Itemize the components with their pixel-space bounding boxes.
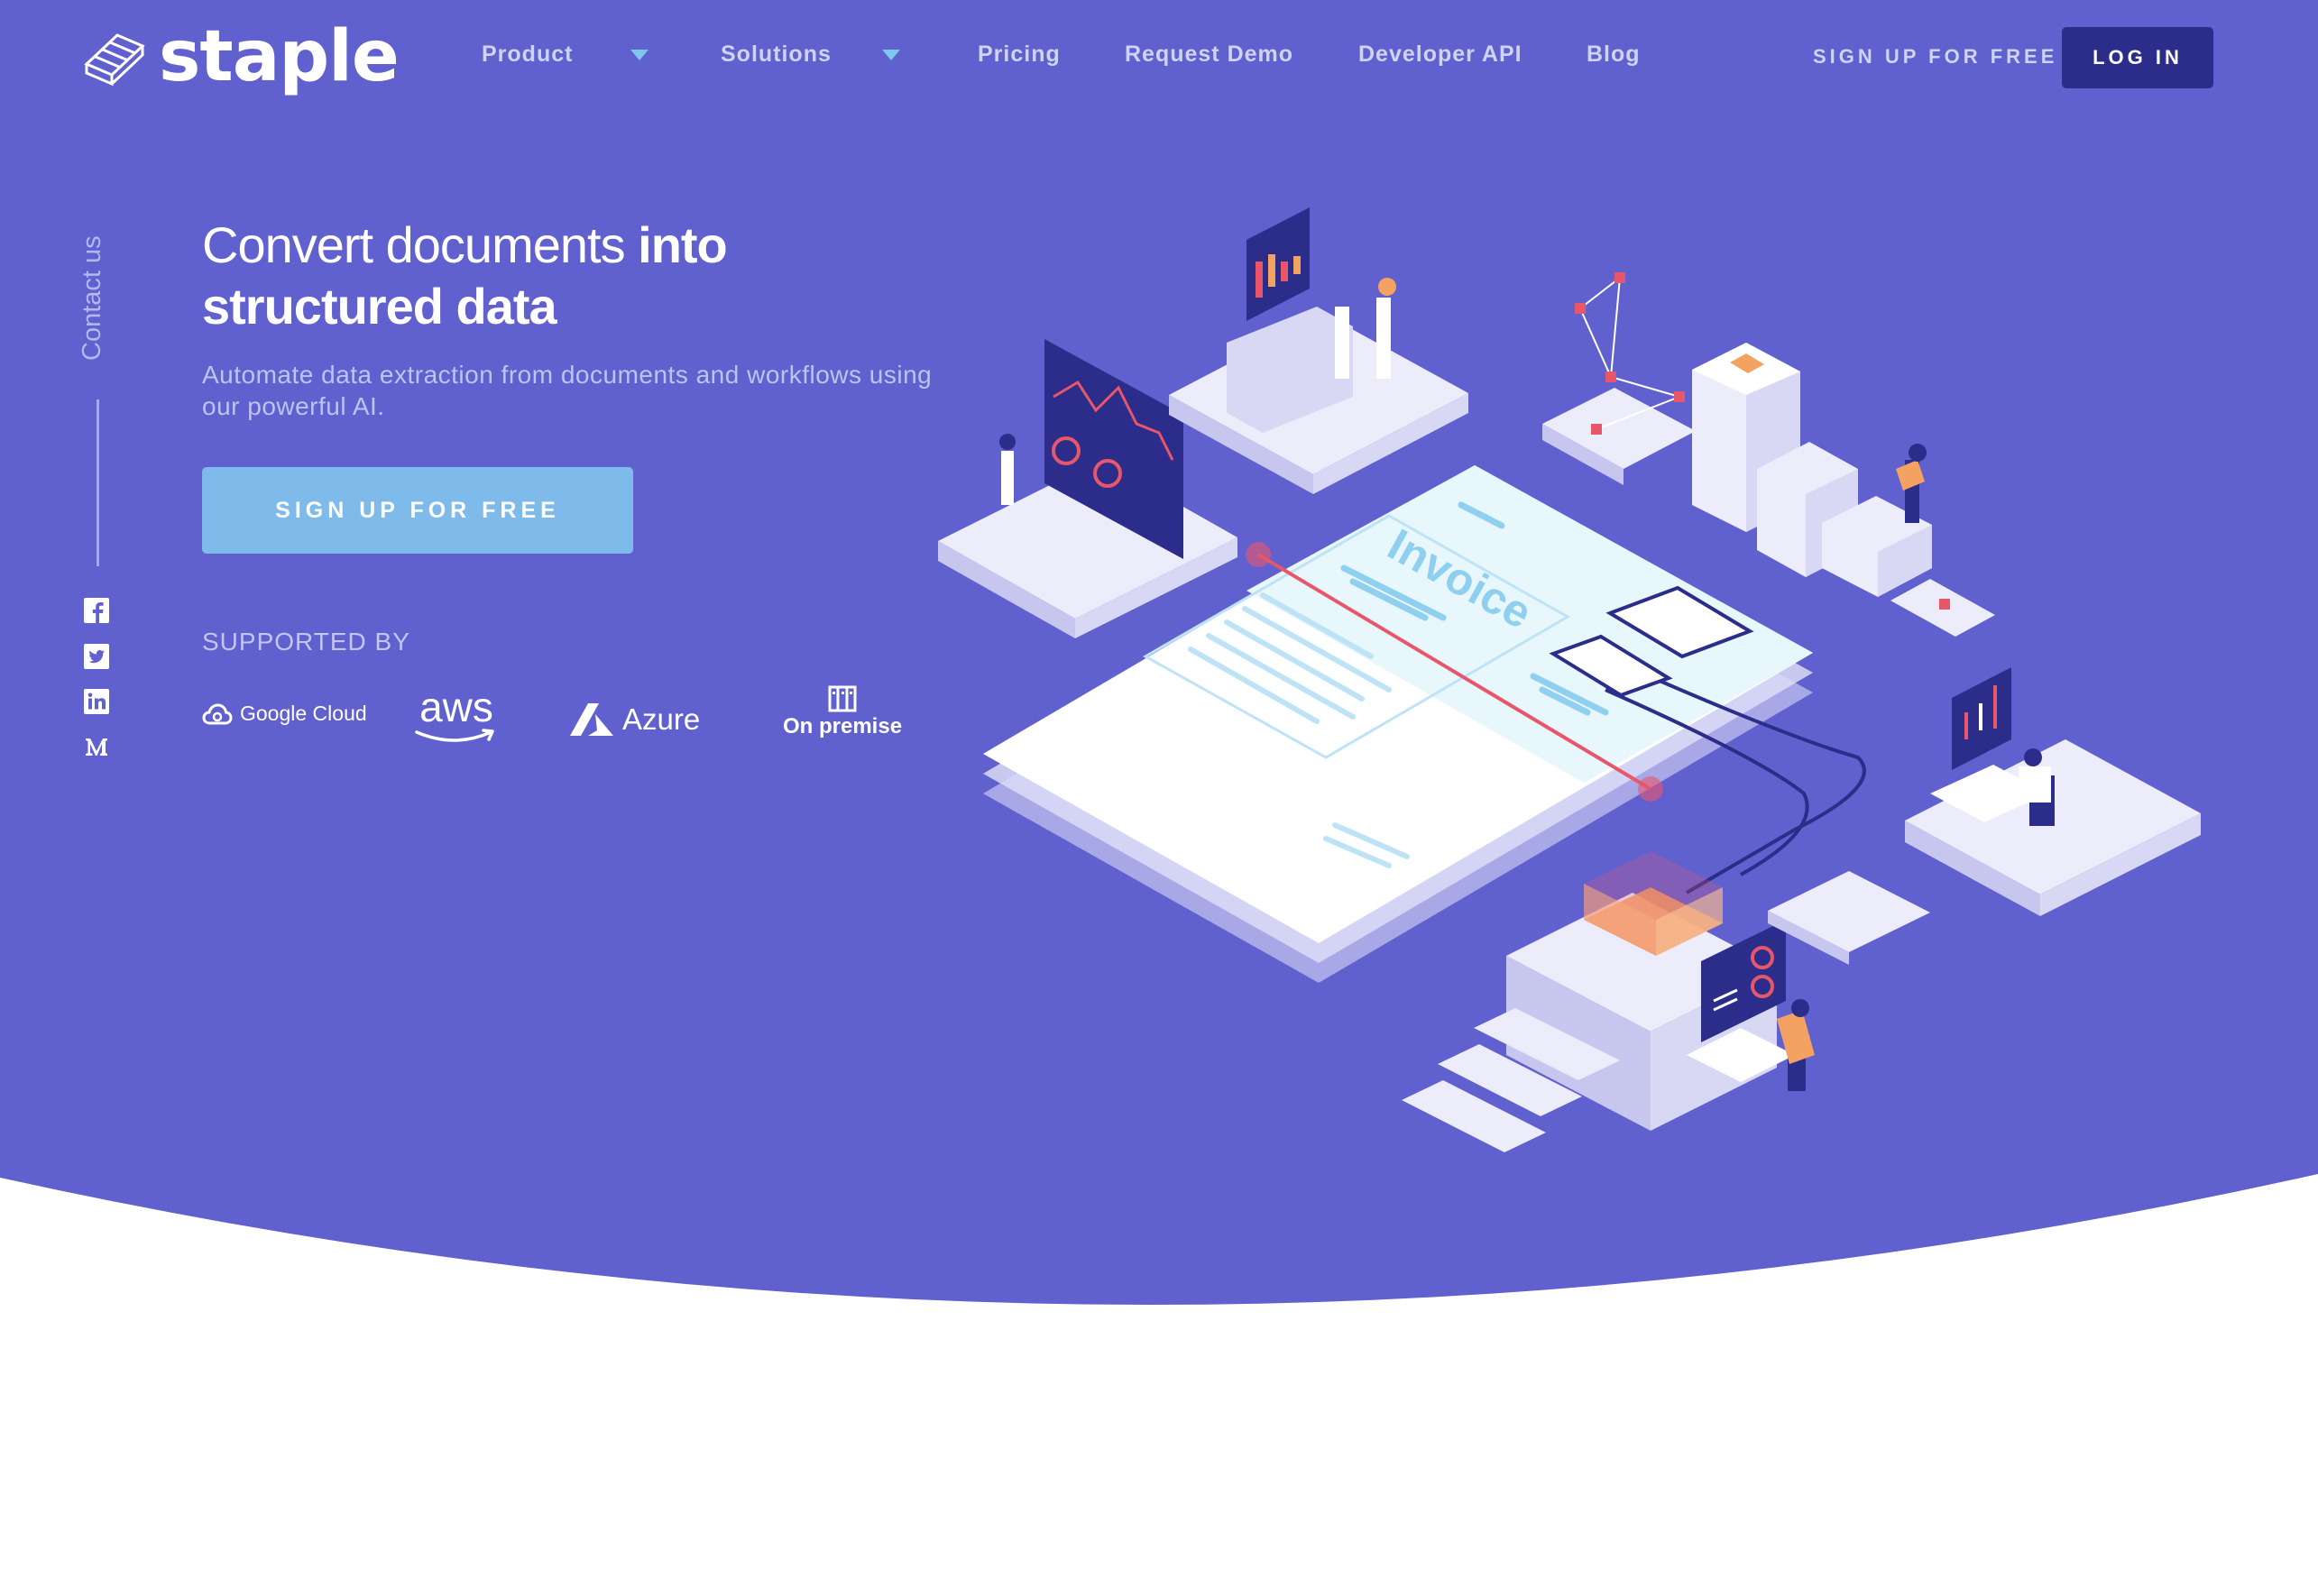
processing-platform <box>1402 851 1930 1152</box>
nav-product[interactable]: Product <box>482 41 649 68</box>
facebook-icon[interactable] <box>83 597 110 624</box>
signup-cta-button[interactable]: SIGN UP FOR FREE <box>202 467 633 554</box>
on-premise-label: On premise <box>783 714 903 738</box>
main-nav: Product Solutions Pricing Request Demo D… <box>0 0 2318 115</box>
nav-blog[interactable]: Blog <box>1587 41 1641 68</box>
headline-bold-1: into <box>638 216 728 273</box>
headline-light: Convert documents <box>202 216 639 273</box>
aws-label: aws <box>419 683 493 730</box>
contact-us-link[interactable]: Contact us <box>78 235 107 361</box>
partner-aws: aws <box>413 683 500 747</box>
nav-blog-label: Blog <box>1587 41 1641 67</box>
nav-signup-link[interactable]: SIGN UP FOR FREE <box>1813 45 2057 69</box>
supported-by-label: SUPPORTED BY <box>202 628 410 656</box>
partner-on-premise: On premise <box>783 685 902 739</box>
headline-bold-2: structured data <box>202 278 557 335</box>
hero-headline: Convert documents into structured data <box>202 215 942 337</box>
login-button[interactable]: LOG IN <box>2062 27 2213 88</box>
azure-logo-icon <box>570 703 613 736</box>
hero-subhead: Automate data extraction from documents … <box>202 361 933 420</box>
partner-google-cloud: Google Cloud <box>202 702 367 726</box>
partner-azure: Azure <box>568 702 700 738</box>
chevron-down-icon <box>630 49 649 60</box>
rail-divider <box>97 399 99 566</box>
nav-developer-api[interactable]: Developer API <box>1358 41 1522 68</box>
nav-solutions[interactable]: Solutions <box>721 41 900 68</box>
bar-chart-platform <box>1169 207 1468 494</box>
nav-solutions-label: Solutions <box>721 41 832 67</box>
medium-icon[interactable] <box>83 733 110 760</box>
aws-smile-icon <box>415 729 494 742</box>
hero-illustration: Invoice <box>938 207 2201 1152</box>
desk-platform <box>1905 667 2201 916</box>
server-icon <box>828 685 857 712</box>
nav-product-label: Product <box>482 41 574 67</box>
chevron-down-icon <box>881 49 900 60</box>
nav-request-demo-label: Request Demo <box>1125 41 1294 67</box>
nav-pricing-label: Pricing <box>978 41 1061 67</box>
nav-request-demo[interactable]: Request Demo <box>1125 41 1293 68</box>
hero-curve <box>0 1163 2318 1596</box>
cloud-icon <box>202 702 233 724</box>
nav-developer-api-label: Developer API <box>1358 41 1522 67</box>
azure-label: Azure <box>622 702 701 736</box>
twitter-icon[interactable] <box>83 643 110 670</box>
google-cloud-label: Google Cloud <box>240 702 367 725</box>
nav-pricing[interactable]: Pricing <box>978 41 1061 68</box>
linkedin-icon[interactable] <box>83 688 110 715</box>
